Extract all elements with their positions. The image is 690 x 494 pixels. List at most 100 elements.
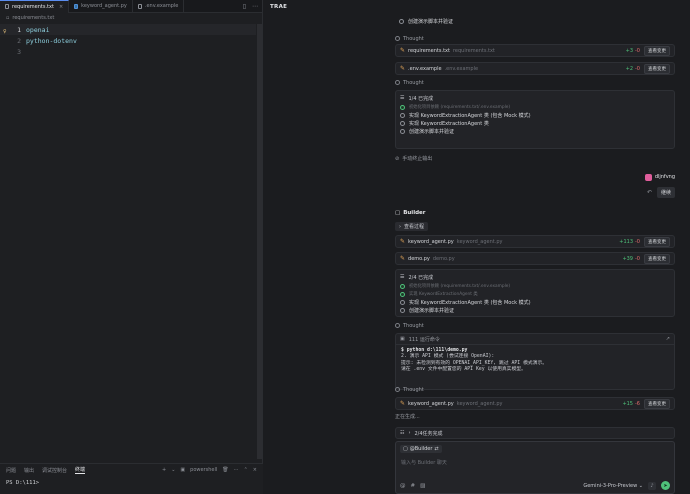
checkbox-icon bbox=[400, 128, 405, 134]
thought-icon bbox=[395, 323, 400, 328]
file-change-card[interactable]: ✎ requirements.txt requirements.txt +3 -… bbox=[395, 44, 675, 57]
tab-output[interactable]: 输出 bbox=[24, 467, 34, 474]
todo-item: 实现 KeywordExtractionAgent 类 (包含 Mock 模式) bbox=[400, 298, 670, 306]
checkbox-icon bbox=[400, 120, 405, 126]
file-change-card[interactable]: ✎ keyword_agent.py keyword_agent.py +113… bbox=[395, 235, 675, 248]
file-icon: ✎ bbox=[400, 238, 406, 245]
todo-item: 创建演示脚本并验证 bbox=[400, 127, 670, 135]
thought-row[interactable]: Thought bbox=[395, 78, 675, 87]
view-process-label: 查看过程 bbox=[404, 224, 425, 230]
view-changes-button[interactable]: 查看变更 bbox=[644, 45, 670, 56]
code-line[interactable]: ♀ 1 openai bbox=[0, 24, 256, 35]
trash-icon[interactable]: 🗑 bbox=[222, 467, 228, 473]
thought-icon bbox=[395, 36, 400, 41]
file-path: .env.example bbox=[444, 65, 479, 72]
file-path: keyword_agent.py bbox=[456, 400, 503, 407]
line-number: ♀ 1 bbox=[3, 25, 21, 35]
open-external-icon[interactable]: ↗ bbox=[666, 336, 670, 342]
code-area[interactable]: ♀ 1 openai 2 python-dotenv 3 bbox=[0, 24, 256, 459]
tab-requirements[interactable]: requirements.txt × bbox=[0, 0, 70, 13]
view-changes-button[interactable]: 查看变更 bbox=[644, 236, 670, 247]
code-line[interactable]: 2 python-dotenv bbox=[0, 35, 256, 46]
thought-row[interactable]: Thought bbox=[395, 321, 675, 330]
terminal-name[interactable]: powershell bbox=[190, 467, 217, 473]
todo-text: 实现 KeywordExtractionAgent 类 (包含 Mock 模式) bbox=[409, 299, 531, 306]
send-icon[interactable]: ➤ bbox=[661, 481, 670, 490]
thought-row[interactable]: Thought bbox=[395, 34, 675, 43]
split-editor-icon[interactable]: ▯ bbox=[243, 3, 246, 10]
chat-input[interactable]: ▢ @Builder ⇄ 输入与 Builder 聊天 @ # ▨ Gemini… bbox=[395, 441, 675, 494]
list-icon: ☷ bbox=[400, 430, 405, 436]
close-icon[interactable]: × bbox=[253, 467, 257, 473]
file-change-card[interactable]: ✎ demo.py demo.py +39 -0 查看变更 bbox=[395, 252, 675, 265]
todo-text: 实现 KeywordExtractionAgent 类 (包含 Mock 模式) bbox=[409, 112, 531, 119]
mic-icon[interactable]: ♪ bbox=[648, 481, 656, 490]
todo-tail: 创建演示脚本并验证 bbox=[395, 17, 675, 25]
tab-debug-console[interactable]: 调试控制台 bbox=[42, 467, 67, 474]
mention-icon[interactable]: @ bbox=[400, 483, 406, 489]
more-icon[interactable]: ⋯ bbox=[234, 467, 239, 473]
view-changes-button[interactable]: 查看变更 bbox=[644, 253, 670, 264]
model-selector[interactable]: Gemini-3-Pro-Preview ⌄ bbox=[583, 483, 643, 489]
view-changes-button[interactable]: 查看变更 bbox=[644, 398, 670, 409]
additions: +15 bbox=[622, 400, 633, 407]
scrollbar-thumb[interactable] bbox=[257, 24, 262, 459]
hash-icon[interactable]: # bbox=[411, 483, 416, 489]
terminal-icon: ▣ bbox=[180, 467, 186, 473]
tab-problems[interactable]: 问题 bbox=[6, 467, 16, 474]
thought-icon bbox=[395, 80, 400, 85]
todo-card: ☰ 2/4 已完成 初始化项目依赖 (requirements.txt/.env… bbox=[395, 269, 675, 317]
undo-icon[interactable]: ↶ bbox=[647, 189, 652, 196]
line-text: openai bbox=[26, 25, 50, 34]
builder-icon: ▢ bbox=[403, 446, 408, 452]
generating-status: 正在生成... bbox=[395, 414, 420, 420]
todo-text: 初始化项目依赖 (requirements.txt/.env.example) bbox=[409, 284, 511, 289]
file-path: requirements.txt bbox=[452, 47, 495, 54]
lightbulb-icon[interactable]: ♀ bbox=[3, 28, 7, 35]
check-icon bbox=[400, 291, 405, 297]
maximize-icon[interactable]: ⌃ bbox=[244, 467, 248, 473]
builder-label: Builder bbox=[403, 210, 426, 216]
additions: +39 bbox=[622, 255, 633, 262]
todo-header[interactable]: ☰ 1/4 已完成 bbox=[400, 93, 670, 103]
add-terminal-icon[interactable]: + bbox=[162, 467, 166, 473]
check-icon bbox=[400, 283, 405, 289]
todo-header[interactable]: ☰ 2/4 已完成 bbox=[400, 272, 670, 282]
close-icon[interactable]: × bbox=[59, 4, 63, 10]
deletions: -0 bbox=[635, 238, 640, 245]
tab-terminal[interactable]: 终端 bbox=[75, 466, 86, 474]
builder-header: ▢ Builder bbox=[395, 208, 675, 218]
todo-progress: 1/4 已完成 bbox=[408, 95, 434, 102]
thought-row[interactable]: Thought bbox=[395, 385, 675, 394]
file-path: demo.py bbox=[432, 255, 455, 262]
agent-chip[interactable]: ▢ @Builder ⇄ bbox=[400, 445, 442, 453]
editor-scrollbar[interactable] bbox=[257, 24, 262, 459]
file-change-card[interactable]: ✎ .env.example .env.example +2 -0 查看变更 bbox=[395, 62, 675, 75]
checkbox-icon bbox=[400, 307, 405, 313]
tab-keyword-agent[interactable]: keyword_agent.py bbox=[69, 0, 133, 13]
code-line[interactable]: 3 bbox=[0, 46, 256, 57]
tasks-bar[interactable]: ☷ › 2/4任务完成 bbox=[395, 427, 675, 439]
todo-item: 实现 KeywordExtractionAgent 类 bbox=[400, 119, 670, 127]
file-change-card[interactable]: ✎ keyword_agent.py keyword_agent.py +15 … bbox=[395, 397, 675, 410]
input-toolbar: @ # ▨ Gemini-3-Pro-Preview ⌄ ♪ ➤ bbox=[400, 481, 670, 490]
more-icon[interactable]: ⋯ bbox=[252, 3, 258, 10]
stop-icon: ⊘ bbox=[395, 155, 400, 162]
command-output: $ python d:\111\demo.py 2. 演示 API 模式 (尝试… bbox=[396, 345, 674, 376]
todo-item: 初始化项目依赖 (requirements.txt/.env.example) bbox=[400, 282, 670, 290]
tab-env-example[interactable]: .env.example bbox=[133, 0, 185, 13]
file-icon: ✎ bbox=[400, 65, 406, 72]
terminal-output[interactable]: PS D:\111> bbox=[0, 476, 263, 486]
breadcrumb-file[interactable]: requirements.txt bbox=[12, 15, 54, 21]
view-process-button[interactable]: › 查看过程 bbox=[395, 222, 429, 231]
view-changes-button[interactable]: 查看变更 bbox=[644, 63, 670, 74]
thought-label: Thought bbox=[403, 35, 424, 42]
chevron-down-icon[interactable]: ⌄ bbox=[171, 467, 175, 473]
swap-icon[interactable]: ⇄ bbox=[434, 446, 438, 452]
user-message-row: ↶ 继续 bbox=[395, 186, 675, 198]
line-number: 3 bbox=[17, 47, 21, 56]
thought-label: Thought bbox=[403, 79, 424, 86]
image-icon[interactable]: ▨ bbox=[420, 483, 425, 489]
input-placeholder[interactable]: 输入与 Builder 聊天 bbox=[396, 456, 674, 469]
deletions: -0 bbox=[635, 65, 640, 72]
